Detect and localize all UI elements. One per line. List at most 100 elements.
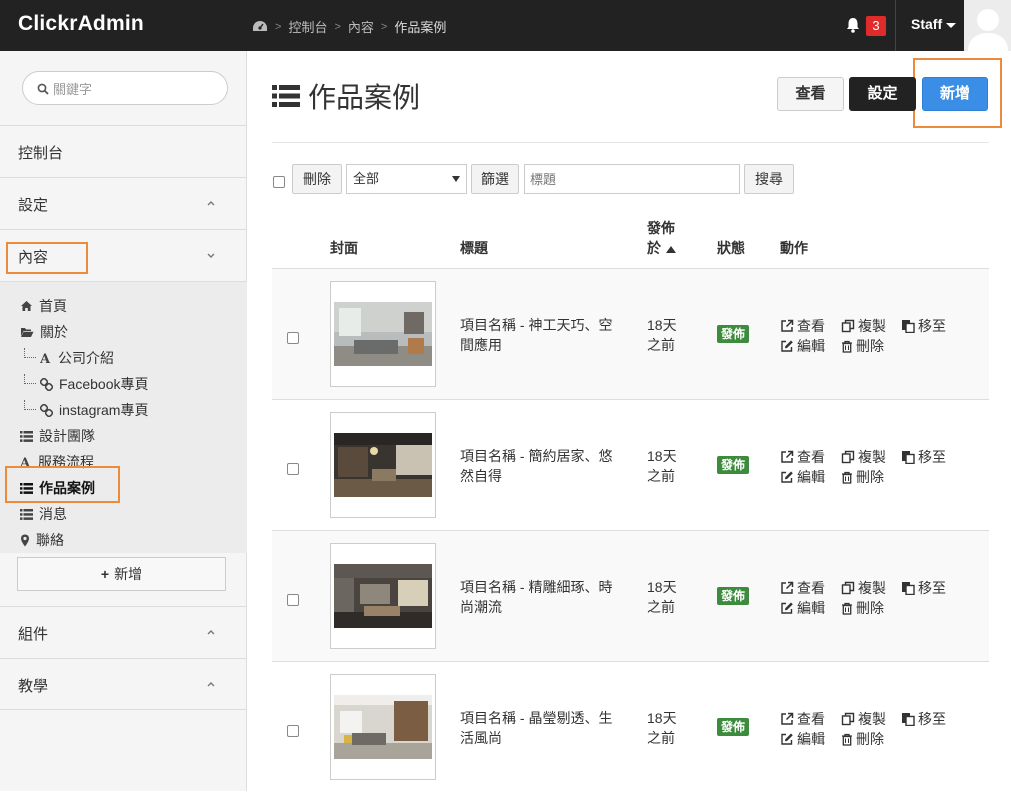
breadcrumb-separator: > <box>334 20 341 33</box>
status-badge: 發佈 <box>717 587 750 605</box>
highlight-box <box>6 242 88 274</box>
dashboard-icon[interactable] <box>252 20 268 34</box>
sidebar-item-news[interactable]: 消息 <box>20 504 67 524</box>
select-all-checkbox[interactable] <box>273 176 285 188</box>
row-title[interactable]: 項目名稱 - 神工天巧、空間應用 <box>460 315 625 355</box>
sidebar-item-facebook[interactable]: Facebook專頁 <box>40 374 148 394</box>
action-move[interactable]: 移至 <box>901 709 946 729</box>
row-checkbox[interactable] <box>287 463 299 475</box>
trash-icon <box>842 602 852 615</box>
sidebar-section-tutorial[interactable]: 教學 <box>0 658 247 710</box>
cover-thumbnail[interactable] <box>330 412 436 518</box>
brand-logo[interactable]: ClickrAdmin <box>18 12 144 36</box>
paste-icon <box>902 582 915 595</box>
sidebar-item-home[interactable]: 首頁 <box>20 296 67 316</box>
cover-thumbnail[interactable] <box>330 543 436 649</box>
user-menu-toggle[interactable]: Staff <box>911 16 957 32</box>
action-delete[interactable]: 刪除 <box>841 336 884 356</box>
chevron-up-icon <box>207 630 215 635</box>
new-button[interactable]: 新增 <box>922 77 988 111</box>
action-delete[interactable]: 刪除 <box>841 729 884 749</box>
action-label: 移至 <box>918 318 946 334</box>
action-move[interactable]: 移至 <box>901 316 946 336</box>
action-delete[interactable]: 刪除 <box>841 467 884 487</box>
column-header-title[interactable]: 標題 <box>460 238 488 258</box>
action-label: 複製 <box>858 580 886 596</box>
bulk-delete-button[interactable]: 刪除 <box>292 164 342 194</box>
link-icon <box>40 377 53 391</box>
sidebar-add-button[interactable]: + 新增 <box>17 557 226 591</box>
chevron-up-icon <box>207 201 215 206</box>
home-icon <box>21 301 32 311</box>
row-checkbox[interactable] <box>287 594 299 606</box>
paste-icon <box>902 713 915 726</box>
sidebar-item-contact[interactable]: 聯絡 <box>20 530 64 550</box>
action-view[interactable]: 查看 <box>780 578 825 598</box>
sidebar-item-about[interactable]: 關於 <box>20 322 68 342</box>
row-published: 18天之前 <box>647 317 677 353</box>
view-button[interactable]: 查看 <box>777 77 844 111</box>
breadcrumb: > 控制台 > 內容 > 作品案例 <box>252 17 446 36</box>
sidebar-search[interactable] <box>22 71 228 105</box>
edit-icon <box>781 471 793 483</box>
copy-icon <box>841 319 855 333</box>
action-edit[interactable]: 編輯 <box>780 336 825 356</box>
action-delete[interactable]: 刪除 <box>841 598 884 618</box>
bell-icon[interactable] <box>844 16 862 34</box>
sidebar-section-components[interactable]: 組件 <box>0 606 247 658</box>
action-edit[interactable]: 編輯 <box>780 467 825 487</box>
sidebar-item-instagram[interactable]: instagram專頁 <box>40 400 148 420</box>
column-header-status[interactable]: 狀態 <box>717 238 745 258</box>
sidebar-item-label: Facebook專頁 <box>59 376 149 392</box>
sidebar-item-design-team[interactable]: 設計團隊 <box>20 426 95 446</box>
action-copy[interactable]: 複製 <box>841 578 886 598</box>
content-submenu: 首頁 關於 A 公司介紹 Facebook專頁 instagram專頁 設計團隊… <box>0 281 247 553</box>
search-button[interactable]: 搜尋 <box>744 164 794 194</box>
action-edit[interactable]: 編輯 <box>780 729 825 749</box>
row-title[interactable]: 項目名稱 - 精雕細琢、時尚潮流 <box>460 577 625 617</box>
column-header-cover: 封面 <box>330 240 358 256</box>
breadcrumb-item-content[interactable]: 內容 <box>348 17 374 36</box>
action-copy[interactable]: 複製 <box>841 447 886 467</box>
breadcrumb-item-dashboard[interactable]: 控制台 <box>288 17 327 36</box>
page-title: 作品案例 <box>272 76 420 116</box>
column-header-published[interactable]: 發佈於 <box>647 218 676 258</box>
tree-connector <box>24 374 36 384</box>
sidebar-section-label: 控制台 <box>18 145 64 162</box>
cover-thumbnail[interactable] <box>330 281 436 387</box>
notification-count-badge[interactable]: 3 <box>866 16 886 36</box>
search-input[interactable] <box>53 79 213 99</box>
action-view[interactable]: 查看 <box>780 316 825 336</box>
cover-thumbnail[interactable] <box>330 674 436 780</box>
title-search-input[interactable] <box>524 164 740 194</box>
row-title[interactable]: 項目名稱 - 簡約居家、悠然自得 <box>460 446 625 486</box>
status-filter-select[interactable]: 全部 <box>346 164 467 194</box>
sidebar-item-company-intro[interactable]: A 公司介紹 <box>40 348 114 368</box>
filter-button[interactable]: 篩選 <box>471 164 519 194</box>
action-label: 複製 <box>858 318 886 334</box>
chevron-down-icon <box>207 253 215 258</box>
row-checkbox[interactable] <box>287 332 299 344</box>
action-copy[interactable]: 複製 <box>841 316 886 336</box>
table-row: 項目名稱 - 晶瑩剔透、生活風尚 18天之前 發佈 查看 複製 移至 編輯 刪除 <box>272 661 989 792</box>
map-marker-icon <box>21 534 29 546</box>
sidebar-section-label: 組件 <box>18 626 49 643</box>
folder-open-icon <box>21 328 34 337</box>
trash-icon <box>842 340 852 353</box>
sidebar-item-label: 首頁 <box>39 298 67 314</box>
action-edit[interactable]: 編輯 <box>780 598 825 618</box>
action-view[interactable]: 查看 <box>780 709 825 729</box>
action-move[interactable]: 移至 <box>901 447 946 467</box>
action-move[interactable]: 移至 <box>901 578 946 598</box>
divider <box>272 142 989 143</box>
action-view[interactable]: 查看 <box>780 447 825 467</box>
sidebar-section-dashboard[interactable]: 控制台 <box>0 125 247 177</box>
row-checkbox[interactable] <box>287 725 299 737</box>
external-link-icon <box>781 581 794 594</box>
sidebar-section-settings[interactable]: 設定 <box>0 177 247 229</box>
action-label: 查看 <box>797 711 825 727</box>
action-copy[interactable]: 複製 <box>841 709 886 729</box>
user-avatar[interactable] <box>964 0 1011 51</box>
settings-button[interactable]: 設定 <box>849 77 916 111</box>
row-title[interactable]: 項目名稱 - 晶瑩剔透、生活風尚 <box>460 708 625 748</box>
